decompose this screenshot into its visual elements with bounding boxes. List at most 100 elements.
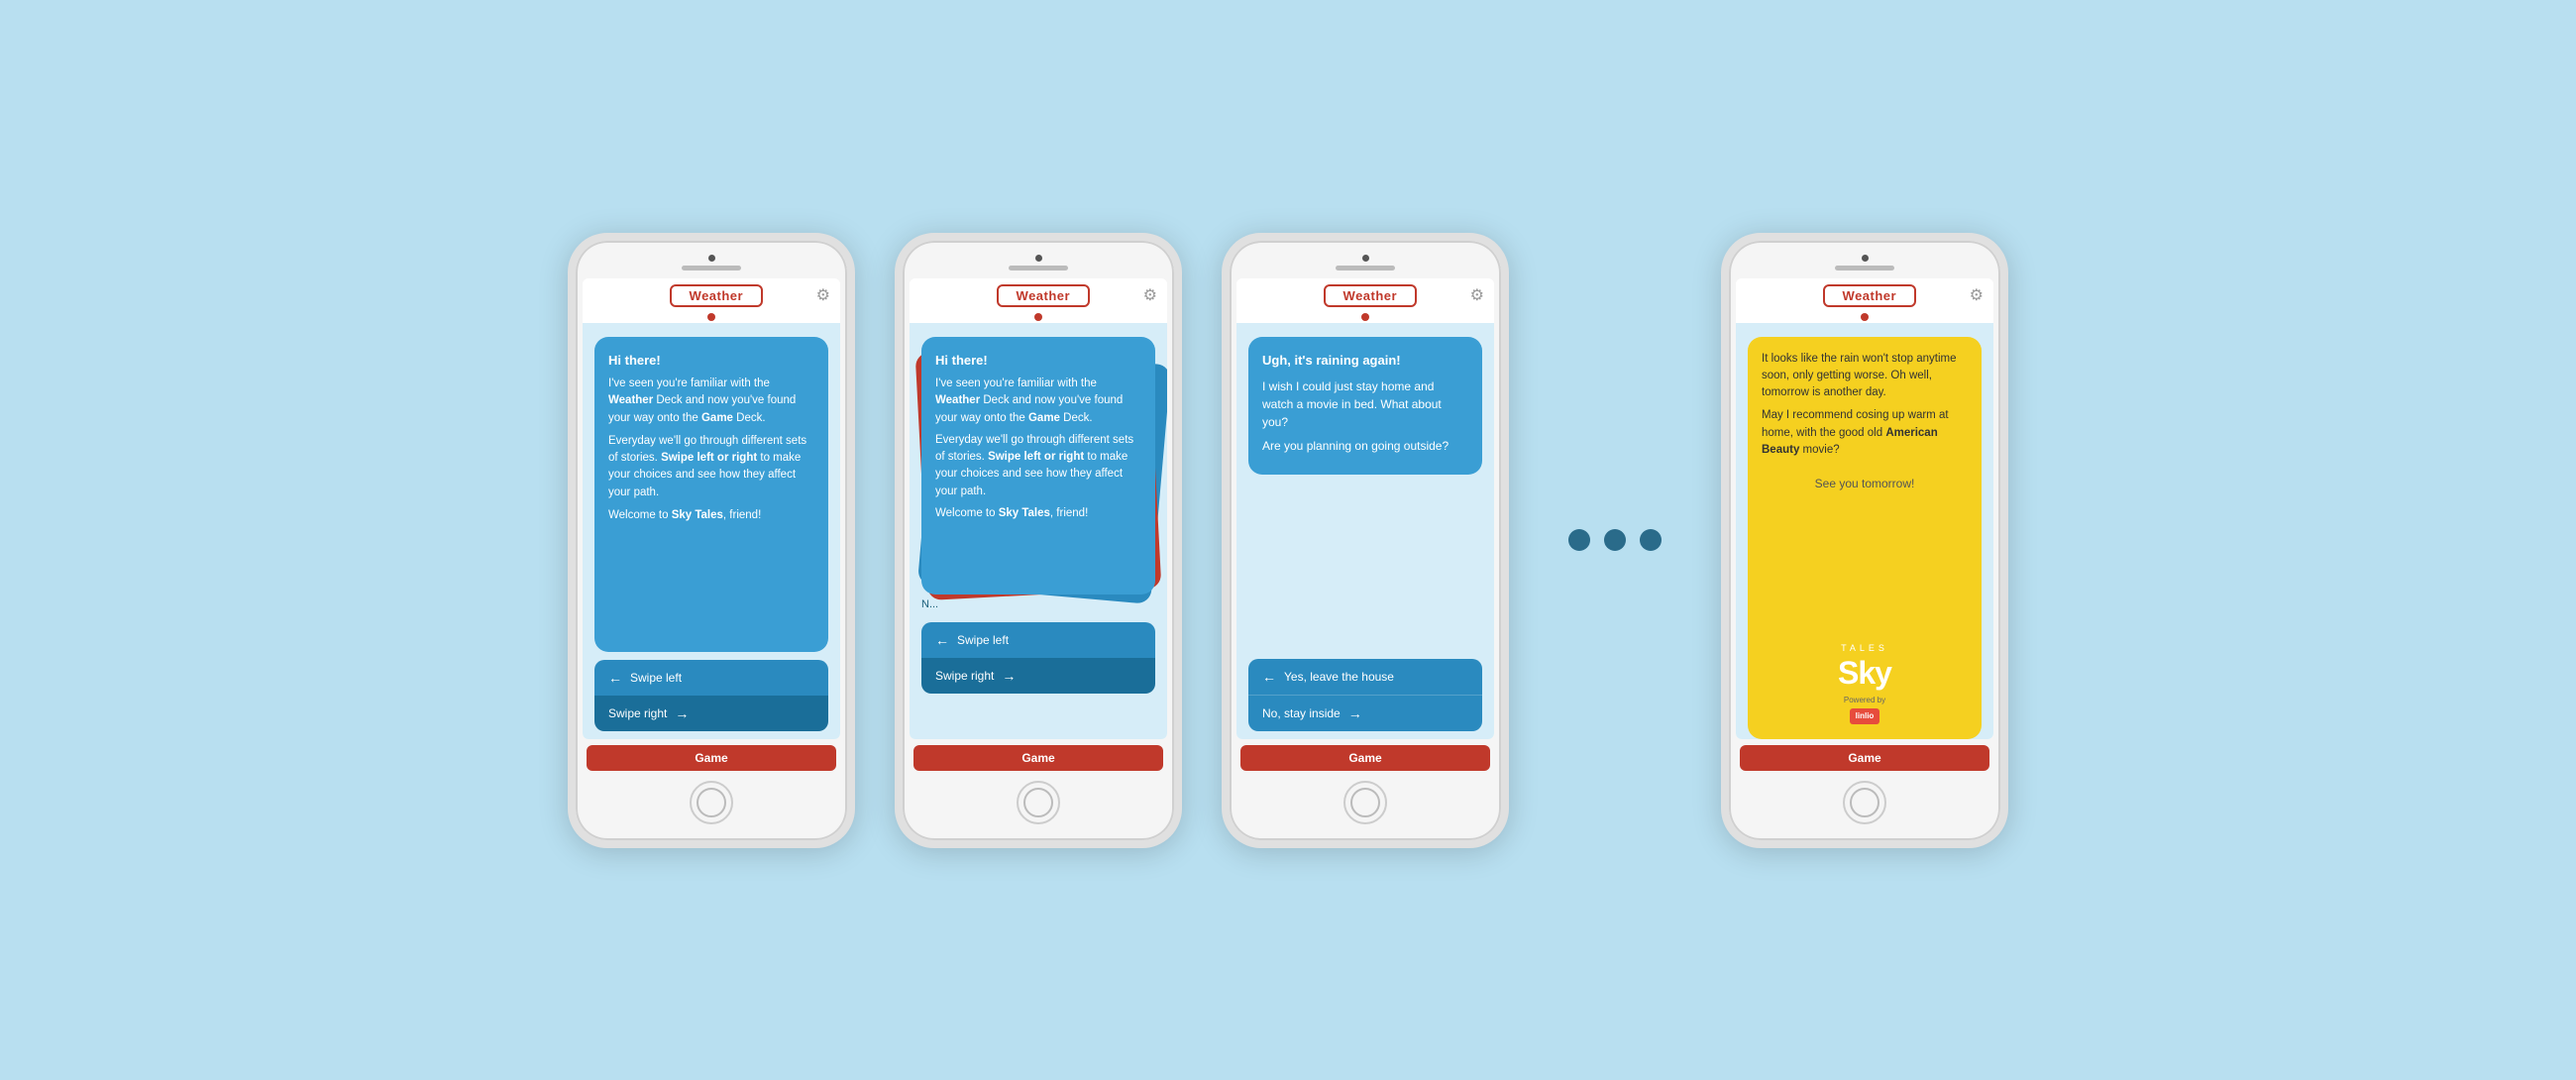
swipe-right-label-2: Swipe right xyxy=(935,669,994,683)
phone-screen-3: Weather ⚙ Ugh, it's raining again! I wis… xyxy=(1236,278,1494,739)
swipe-choices-1: ← Swipe left Swipe right → xyxy=(594,660,828,731)
swipe-right-label-1: Swipe right xyxy=(608,706,667,720)
speaker-bar-4 xyxy=(1835,266,1894,270)
speaker-bar-3 xyxy=(1336,266,1395,270)
rain-p1: I wish I could just stay home and watch … xyxy=(1262,378,1468,431)
rain-title: Ugh, it's raining again! xyxy=(1262,351,1468,371)
phone-top-3 xyxy=(1230,241,1501,278)
choice-yes[interactable]: ← Yes, leave the house xyxy=(1248,659,1482,696)
status-dot-3 xyxy=(1361,313,1369,321)
left-arrow-2: ← xyxy=(935,632,949,648)
rain-card: Ugh, it's raining again! I wish I could … xyxy=(1248,337,1482,476)
dot-2 xyxy=(1604,529,1626,551)
phone-2: Weather ⚙ Ugh, it's raining again! I wis… xyxy=(895,233,1182,848)
phone-bottom-tabs-3: Game xyxy=(1236,745,1494,771)
swipe-left-btn-1[interactable]: ← Swipe left xyxy=(594,660,828,696)
speaker-bar-2 xyxy=(1009,266,1068,270)
story-card-1: Hi there! I've seen you're familiar with… xyxy=(594,337,828,652)
weather-tab-4[interactable]: Weather xyxy=(1823,284,1917,307)
camera-dot xyxy=(708,255,715,262)
powered-by-text: Powered by xyxy=(1762,695,1968,706)
swipe-right-btn-1[interactable]: Swipe right → xyxy=(594,696,828,731)
game-tab-2[interactable]: Game xyxy=(913,745,1163,771)
gear-icon-1[interactable]: ⚙ xyxy=(816,285,830,305)
phone-screen-4: Weather ⚙ It looks like the rain won't s… xyxy=(1736,278,1993,739)
status-dot-2 xyxy=(1034,313,1042,321)
swipe-left-btn-2[interactable]: ← Swipe left xyxy=(921,622,1155,658)
yes-label: Yes, leave the house xyxy=(1284,670,1394,684)
card-p2-1: Everyday we'll go through different sets… xyxy=(608,433,814,501)
home-button-inner-1 xyxy=(697,788,726,817)
right-arrow-1: → xyxy=(675,705,689,721)
pagination-dots xyxy=(1549,509,1681,571)
card-front-p3: Welcome to Sky Tales, friend! xyxy=(935,505,1141,522)
home-button-3[interactable] xyxy=(1343,781,1387,824)
card-front-p2: Everyday we'll go through different sets… xyxy=(935,432,1141,500)
screen-topbar-4: Weather ⚙ xyxy=(1736,278,1993,313)
gear-icon-4[interactable]: ⚙ xyxy=(1970,285,1984,305)
sky-tales-small: tales xyxy=(1762,642,1968,656)
gear-icon-2[interactable]: ⚙ xyxy=(1143,285,1157,305)
rain-p2: Are you planning on going outside? xyxy=(1262,437,1468,455)
card-p1-1: I've seen you're familiar with the Weath… xyxy=(608,376,814,427)
home-button-inner-4 xyxy=(1850,788,1879,817)
swipe-choices-2: ← Swipe left Swipe right → xyxy=(921,622,1155,694)
game-tab-1[interactable]: Game xyxy=(587,745,836,771)
dot-1 xyxy=(1568,529,1590,551)
camera-dot-4 xyxy=(1862,255,1869,262)
home-button-inner-2 xyxy=(1023,788,1053,817)
swipe-left-label-2: Swipe left xyxy=(957,633,1009,647)
yes-arrow: ← xyxy=(1262,669,1276,685)
no-label: No, stay inside xyxy=(1262,706,1341,720)
choice-no[interactable]: No, stay inside → xyxy=(1248,696,1482,731)
right-arrow-2: → xyxy=(1002,668,1016,684)
choices-area-3: ← Yes, leave the house No, stay inside → xyxy=(1248,659,1482,731)
swipe-right-btn-2[interactable]: Swipe right → xyxy=(921,658,1155,694)
phone-top-4 xyxy=(1729,241,2000,278)
home-button-1[interactable] xyxy=(690,781,733,824)
home-button-inner-3 xyxy=(1350,788,1380,817)
game-tab-3[interactable]: Game xyxy=(1240,745,1490,771)
weather-tab-1[interactable]: Weather xyxy=(670,284,764,307)
screen-content-3: Ugh, it's raining again! I wish I could … xyxy=(1236,323,1494,739)
linno-badge: linlio xyxy=(1850,708,1880,724)
status-dot-4 xyxy=(1861,313,1869,321)
yellow-p2: May I recommend cosing up warm at home, … xyxy=(1762,407,1968,459)
screen-topbar-3: Weather ⚙ xyxy=(1236,278,1494,313)
game-tab-4[interactable]: Game xyxy=(1740,745,1989,771)
phone-screen-1: Weather ⚙ Hi there! I've seen you're fam… xyxy=(583,278,840,739)
card-front-title: Hi there! xyxy=(935,351,1141,371)
sky-logo-text: Sky xyxy=(1762,657,1968,689)
yellow-p1: It looks like the rain won't stop anytim… xyxy=(1762,351,1968,402)
weather-tab-3[interactable]: Weather xyxy=(1324,284,1418,307)
weather-tab-2[interactable]: Weather xyxy=(997,284,1091,307)
no-arrow: → xyxy=(1348,705,1362,721)
screen-topbar-1: Weather ⚙ xyxy=(583,278,840,313)
scene: Weather ⚙ Hi there! I've seen you're fam… xyxy=(568,233,2008,848)
home-button-2[interactable] xyxy=(1017,781,1060,824)
speaker-bar xyxy=(682,266,741,270)
screen-content-2: Ugh, it's raining again! I wish I could … xyxy=(910,323,1167,739)
card-title-1: Hi there! xyxy=(608,351,814,371)
yellow-card: It looks like the rain won't stop anytim… xyxy=(1748,337,1982,739)
screen-topbar-2: Weather ⚙ xyxy=(910,278,1167,313)
phone-bottom-tabs-2: Game xyxy=(910,745,1167,771)
camera-dot-3 xyxy=(1362,255,1369,262)
phone-1: Weather ⚙ Hi there! I've seen you're fam… xyxy=(568,233,855,848)
phone-top-1 xyxy=(576,241,847,278)
phone-top-2 xyxy=(903,241,1174,278)
dot-3 xyxy=(1640,529,1662,551)
sky-tales-logo: tales Sky Powered by linlio xyxy=(1762,628,1968,725)
home-button-4[interactable] xyxy=(1843,781,1886,824)
status-dot-1 xyxy=(707,313,715,321)
card-front-p1: I've seen you're familiar with the Weath… xyxy=(935,376,1141,427)
gear-icon-3[interactable]: ⚙ xyxy=(1470,285,1484,305)
phone-bottom-tabs-4: Game xyxy=(1736,745,1993,771)
see-tomorrow: See you tomorrow! xyxy=(1762,475,1968,492)
card-front-2: Hi there! I've seen you're familiar with… xyxy=(921,337,1155,594)
phone-4: Weather ⚙ It looks like the rain won't s… xyxy=(1721,233,2008,848)
screen-content-4: It looks like the rain won't stop anytim… xyxy=(1736,323,1993,739)
phone-screen-2: Weather ⚙ Ugh, it's raining again! I wis… xyxy=(910,278,1167,739)
screen-content-1: Hi there! I've seen you're familiar with… xyxy=(583,323,840,739)
camera-dot-2 xyxy=(1035,255,1042,262)
